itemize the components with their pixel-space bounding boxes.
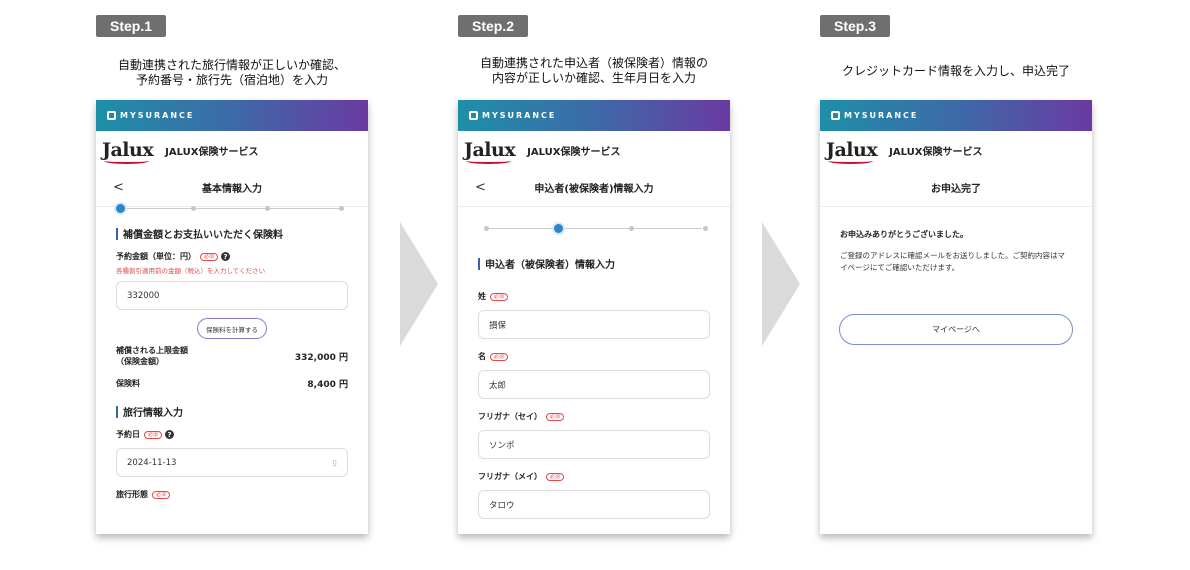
- brand-name: JALUX保険サービス: [165, 146, 259, 158]
- progress-dot-3: [629, 226, 634, 231]
- page-title: 申込者(被保険者)情報入力: [534, 184, 654, 195]
- mysurance-header: MYSURANCE: [458, 100, 730, 131]
- given-name-kana-label: フリガナ（メイ） 必須: [478, 471, 710, 482]
- step1-phone: MYSURANCE Jalux JALUX保険サービス < 基本情報入力 補償金…: [96, 100, 368, 534]
- arrow-right-icon: [762, 222, 800, 346]
- jalux-logo: Jalux: [102, 139, 154, 164]
- calendar-icon[interactable]: ▯: [333, 458, 337, 467]
- title-bar: < 申込者(被保険者)情報入力: [458, 169, 730, 207]
- step1-caption: 自動連携された旅行情報が正しいか確認、 予約番号・旅行先（宿泊地）を入力: [117, 58, 346, 87]
- page-title: お申込完了: [931, 184, 981, 195]
- required-badge: 必須: [144, 430, 163, 439]
- progress-dot-2: [554, 224, 563, 233]
- section-heading: 補償金額とお支払いいただく保険料: [116, 226, 348, 241]
- required-badge: 必須: [546, 472, 565, 481]
- step1-badge: Step.1: [96, 15, 167, 37]
- date-input[interactable]: 2024-11-13 ▯: [116, 448, 348, 477]
- progress-dot-1: [484, 226, 489, 231]
- travel-type-label: 旅行形態 必須: [116, 489, 348, 500]
- mysurance-logo-icon: [469, 111, 478, 120]
- premium-row: 保険料 8,400 円: [116, 379, 348, 390]
- step2-phone: MYSURANCE Jalux JALUX保険サービス < 申込者(被保険者)情…: [458, 100, 730, 534]
- calc-premium-button[interactable]: 保険料を計算する: [197, 318, 267, 339]
- progress-dot-1: [116, 204, 125, 213]
- amount-input[interactable]: 332000: [116, 281, 348, 310]
- given-name-label: 名 必須: [478, 351, 710, 362]
- section-heading: 申込者（被保険者）情報入力: [478, 256, 710, 271]
- step3-caption: クレジットカード情報を入力し、申込完了: [841, 64, 1070, 78]
- given-name-kana-input[interactable]: タロウ: [478, 490, 710, 519]
- amount-label: 予約金額（単位：円） 必須 ?: [116, 251, 348, 262]
- surname-kana-input[interactable]: ソンポ: [478, 430, 710, 459]
- jalux-logo: Jalux: [464, 139, 516, 164]
- step2-caption: 自動連携された申込者（被保険者）情報の 内容が正しいか確認、生年月日を入力: [479, 56, 708, 85]
- given-name-input[interactable]: 太郎: [478, 370, 710, 399]
- step3-badge: Step.3: [820, 15, 891, 37]
- required-badge: 必須: [490, 352, 509, 361]
- mysurance-header: MYSURANCE: [96, 100, 368, 131]
- progress-indicator: [116, 198, 348, 220]
- step2-badge: Step.2: [458, 15, 529, 37]
- thanks-body: ご登録のアドレスに確認メールをお送りしました。ご契約内容はマイページにてご確認い…: [840, 251, 1065, 272]
- progress-dot-4: [339, 206, 344, 211]
- progress-dot-2: [191, 206, 196, 211]
- jalux-logo: Jalux: [826, 139, 878, 164]
- progress-dot-3: [265, 206, 270, 211]
- mysurance-logo-icon: [107, 111, 116, 120]
- mysurance-header: MYSURANCE: [820, 100, 1092, 131]
- date-label: 予約日 必須 ?: [116, 429, 348, 440]
- brand-bar: Jalux JALUX保険サービス: [96, 131, 368, 169]
- title-bar: お申込完了: [820, 169, 1092, 207]
- brand-bar: Jalux JALUX保険サービス: [458, 131, 730, 169]
- surname-input[interactable]: 損保: [478, 310, 710, 339]
- thanks-title: お申込みありがとうございました。: [840, 230, 968, 239]
- amount-note: 各種割引適用前の金額（税込）を入力してください: [116, 267, 266, 275]
- chevron-left-icon[interactable]: <: [475, 180, 486, 195]
- brand-name: JALUX保険サービス: [889, 146, 983, 158]
- section-heading: 旅行情報入力: [116, 404, 348, 419]
- required-badge: 必須: [152, 490, 171, 499]
- mysurance-logo-icon: [831, 111, 840, 120]
- progress-dot-4: [703, 226, 708, 231]
- arrow-right-icon: [400, 222, 438, 346]
- step3-phone: MYSURANCE Jalux JALUX保険サービス お申込完了 お申込みあり…: [820, 100, 1092, 534]
- chevron-left-icon[interactable]: <: [113, 180, 124, 195]
- question-icon[interactable]: ?: [221, 252, 231, 261]
- progress-indicator: [478, 218, 710, 240]
- question-icon[interactable]: ?: [165, 430, 175, 439]
- required-badge: 必須: [546, 412, 565, 421]
- brand-bar: Jalux JALUX保険サービス: [820, 131, 1092, 169]
- limit-row: 補償される上限金額 （保険金額） 332,000 円: [116, 346, 348, 366]
- required-badge: 必須: [200, 252, 219, 261]
- surname-kana-label: フリガナ（セイ） 必須: [478, 411, 710, 422]
- brand-name: JALUX保険サービス: [527, 146, 621, 158]
- surname-label: 姓 必須: [478, 291, 710, 302]
- required-badge: 必須: [490, 292, 509, 301]
- mypage-button[interactable]: マイページへ: [839, 314, 1073, 345]
- page-title: 基本情報入力: [202, 184, 262, 195]
